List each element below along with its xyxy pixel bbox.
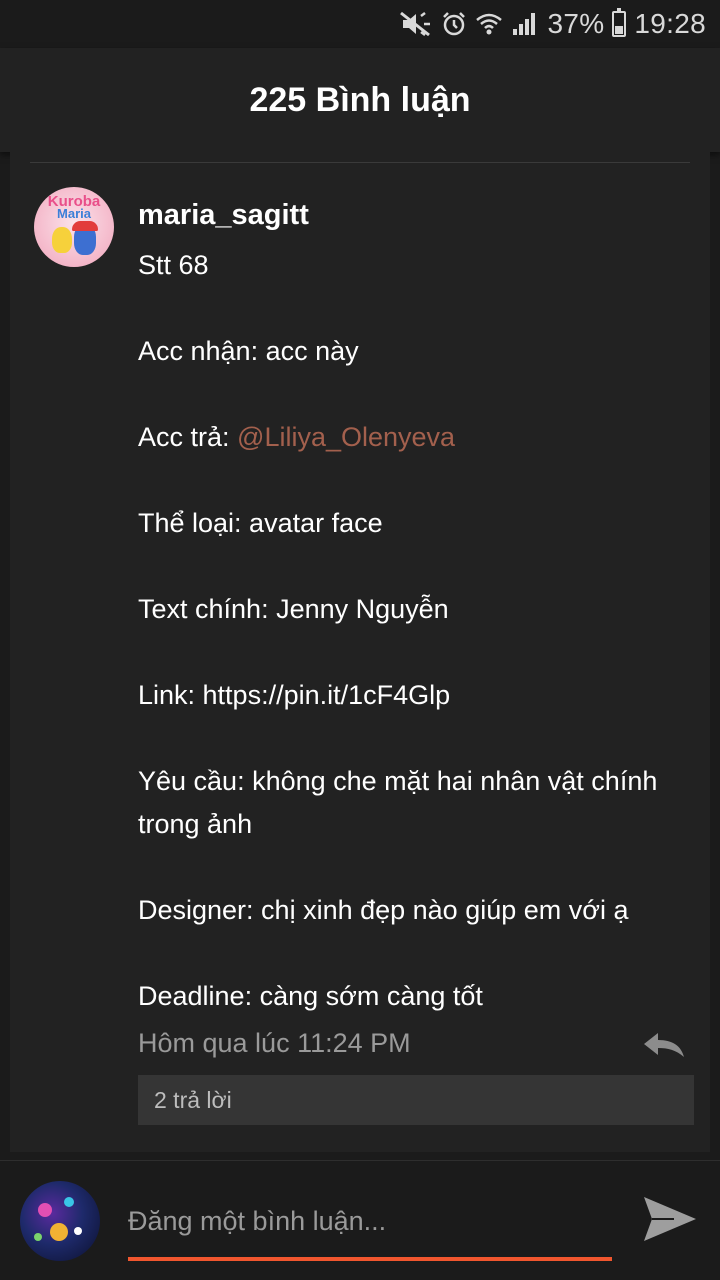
- app-header: 225 Bình luận: [0, 48, 720, 152]
- status-bar: 37% 19:28: [0, 0, 720, 48]
- reply-icon[interactable]: [640, 1029, 688, 1061]
- divider: [30, 162, 690, 163]
- comment-input[interactable]: [128, 1191, 612, 1251]
- mute-icon: [399, 9, 433, 39]
- comment-line: [138, 631, 698, 674]
- input-underline: [128, 1257, 612, 1261]
- comment-timestamp: Hôm qua lúc 11:24 PM: [138, 1028, 411, 1058]
- avatar-character-cap: [72, 221, 98, 231]
- comment-line: Yêu cầu: không che mặt hai nhân vật chín…: [138, 766, 665, 839]
- comment-line: Thể loại: avatar face: [138, 508, 383, 538]
- comment-line: [138, 373, 698, 416]
- send-icon[interactable]: [640, 1189, 700, 1249]
- clock: 19:28: [634, 8, 706, 39]
- comment-username[interactable]: maria_sagitt: [138, 199, 309, 232]
- page-title: 225 Bình luận: [249, 80, 471, 119]
- comment-body: Stt 68 Acc nhận: acc này Acc trả: @Liliya_…: [138, 244, 698, 1018]
- wifi-icon: [475, 9, 503, 39]
- alarm-icon: [441, 9, 467, 39]
- comment-line: Stt 68: [138, 250, 209, 280]
- battery-icon: [612, 8, 627, 39]
- comment-list[interactable]: Kuroba Maria maria_sagitt Stt 68 Acc nhận…: [10, 152, 710, 1152]
- avatar-character: [52, 227, 72, 253]
- comment-line: [138, 545, 698, 588]
- comment-line: [138, 717, 698, 760]
- view-replies-label: 2 trả lời: [154, 1086, 232, 1113]
- comment-line: [138, 932, 698, 975]
- view-replies-button[interactable]: 2 trả lời: [138, 1075, 694, 1125]
- user-mention-link[interactable]: @Liliya_Olenyeva: [237, 422, 455, 452]
- avatar[interactable]: Kuroba Maria: [34, 187, 114, 267]
- comment-line: Text chính: Jenny Nguyễn: [138, 594, 449, 624]
- comment-line-text: Acc trả:: [138, 422, 238, 452]
- comment-composer: [0, 1160, 720, 1280]
- comment-line: [138, 459, 698, 502]
- comment-line: [138, 287, 698, 330]
- current-user-avatar[interactable]: [20, 1181, 100, 1261]
- battery-percent: 37%: [547, 8, 605, 39]
- comment-line: [138, 846, 698, 889]
- comment-line: Designer: chị xinh đẹp nào giúp em với ạ: [138, 895, 629, 925]
- signal-icon: [511, 9, 539, 39]
- comment-input-wrapper: [128, 1191, 612, 1261]
- comment-line: Acc nhận: acc này: [138, 336, 359, 366]
- comment-line: Acc trả: @Liliya_Olenyeva: [138, 416, 698, 459]
- comment-line: Link: https://pin.it/1cF4Glp: [138, 680, 451, 710]
- comment-line: Deadline: càng sớm càng tốt: [138, 981, 483, 1011]
- avatar-text: Maria: [57, 206, 91, 221]
